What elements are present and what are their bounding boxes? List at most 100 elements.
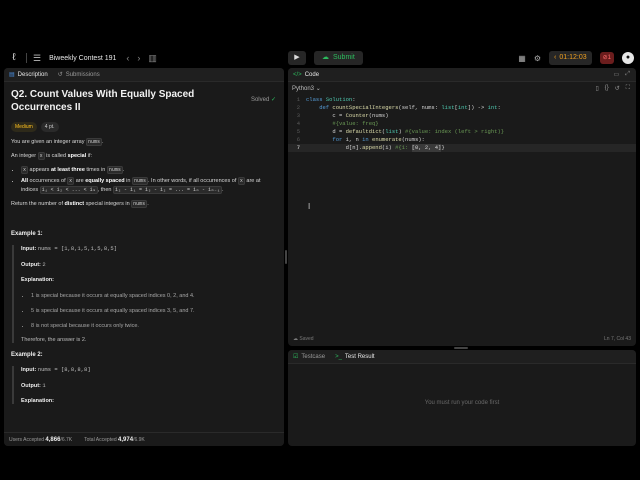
code-token: d = [306,128,346,135]
braces-icon[interactable]: {} [605,85,609,92]
input-value: nums = [8,8,8,8] [37,366,91,373]
horizontal-resize-handle[interactable] [454,347,468,349]
reset-icon[interactable]: ↺ [615,85,620,92]
code-token: (self, nums: [398,104,442,111]
code-brackets-icon: </> [293,71,302,78]
code-token: [0, 2, 4] [411,144,442,152]
language-select[interactable]: Python3 ⌄ [292,85,321,92]
code-token: countSpecialIntegers [332,104,399,111]
example-1-output: Output: 2 [21,261,277,268]
code-line: 5 d = defaultdict(list) #{value: index (… [288,128,636,136]
list-icon[interactable]: ☰ [33,53,41,64]
bookmark-icon[interactable]: ▯ [595,85,598,92]
code-tab-label: Code [304,71,320,78]
example-1-title: Example 1: [11,231,43,237]
tab-test-result[interactable]: >_ Test Result [335,354,375,360]
inline-code: x [37,152,45,160]
code-token: enumerate [372,136,402,143]
inline-code: i₂ - i₁ = i₃ - i₂ = ... = iₘ - iₘ₋₁ [112,186,223,194]
inline-code: nums [86,138,103,146]
example-2-box: Input: nums = [8,8,8,8] Output: 1 Explan… [12,366,277,404]
text: appears [28,167,51,173]
desc-paragraph-2: An integer x is called special if: [11,152,277,161]
text: if: [86,153,93,159]
input-label: Input: [21,246,37,252]
code-token: defaultdict [345,128,382,135]
code-token: int [457,104,468,111]
divider [26,53,27,63]
users-accepted: Users Accepted 4,866/6.7K [9,437,72,443]
save-status: ☁ Saved [293,336,314,342]
language-row: Python3 ⌄ [288,82,636,94]
submit-button[interactable]: ☁ Submit [314,51,363,65]
example-2-output: Output: 1 [21,382,277,389]
next-problem-icon[interactable]: › [137,53,140,63]
total-accepted: Total Accepted 4,974/6.9K [84,437,145,443]
bold-text: special [67,153,87,159]
bold-text: at least three [50,167,85,173]
leetcode-logo-icon[interactable]: ℓ [8,52,20,64]
code-token: i, n [345,136,363,143]
prev-problem-icon[interactable]: ‹ [126,53,129,63]
list-item: All occurrences of x are equally spaced … [21,177,277,195]
tab-description[interactable]: ▤ Description [9,71,48,79]
condition-list: x appears at least three times in nums. … [21,166,277,195]
fullscreen-icon[interactable]: ⛶ [626,85,630,92]
desc-paragraph-3: Return the number of distinct special in… [11,200,277,209]
save-status-label: Saved [299,336,314,342]
rank-chart-icon[interactable]: ▥ [148,53,157,64]
history-icon: ↺ [57,72,63,78]
avatar[interactable]: ● [622,52,634,64]
settings-gear-icon[interactable]: ⚙ [534,54,541,63]
text: in [124,178,132,184]
inline-code: nums [131,200,148,208]
code-token: for [332,136,346,143]
code-token: list [441,104,455,111]
run-button[interactable]: ▶ [288,51,306,65]
list-item: 5 is special because it occurs at equall… [31,307,277,316]
example-1-conclusion: Therefore, the answer is 2. [21,337,87,343]
text: times in [84,167,107,173]
bold-text: distinct [64,201,85,207]
code-line: 2 def countSpecialIntegers (self, nums: l… [288,104,636,112]
text: special integers in [84,201,132,207]
tab-submissions[interactable]: ↺ Submissions [57,71,100,79]
code-token: Solution [325,96,353,103]
maximize-icon[interactable]: ⤢ [625,71,630,78]
contest-title[interactable]: Biweekly Contest 191 [49,55,116,62]
text: are [74,178,86,184]
line-number: 2 [296,104,300,111]
input-label: Input: [21,367,37,373]
checkbox-icon: ☑ [293,354,299,360]
example-2-input: Input: nums = [8,8,8,8] [21,366,277,373]
timer-value: 01:12:03 [559,54,587,61]
code-panel: </> Code ▭ ⤢ Python3 ⌄ ▯ {} ↺ ⛶ 1 class So… [288,68,636,346]
tab-testcase[interactable]: ☑ Testcase [293,353,325,361]
code-token: (nums): [401,136,425,143]
code-token: ) [398,128,406,135]
points-badge: 4 pt. [40,122,59,132]
contest-timer[interactable]: ‹ 01:12:03 [549,51,592,65]
line-number: 5 [296,128,300,135]
text: , then [97,187,113,193]
vertical-resize-handle[interactable] [285,250,287,264]
users-accepted-value: 4,866 [45,436,61,443]
penalty-count: 1 [607,55,611,61]
code-editor[interactable]: 1 class Solution: 2 def countSpecialInteg… [288,94,636,152]
code-token: #{value: freq} [306,120,379,127]
inline-code: x [21,166,29,174]
code-token: : [352,96,356,103]
text: . [147,201,149,207]
code-token: list [385,128,399,135]
example-1-input: Input: nums = [1,8,1,5,1,5,8,5] [21,245,277,252]
code-tab[interactable]: </> Code [293,72,319,78]
test-panel: ☑ Testcase >_ Test Result You must run you… [288,350,636,446]
line-number: 7 [296,144,300,151]
minimize-icon[interactable]: ▭ [614,71,620,78]
penalty-badge[interactable]: ⊘1 [599,52,614,64]
code-token: class [306,96,326,103]
layout-icon[interactable]: ▦ [518,54,526,63]
acceptance-stats: Users Accepted 4,866/6.7K Total Accepted… [4,432,284,446]
